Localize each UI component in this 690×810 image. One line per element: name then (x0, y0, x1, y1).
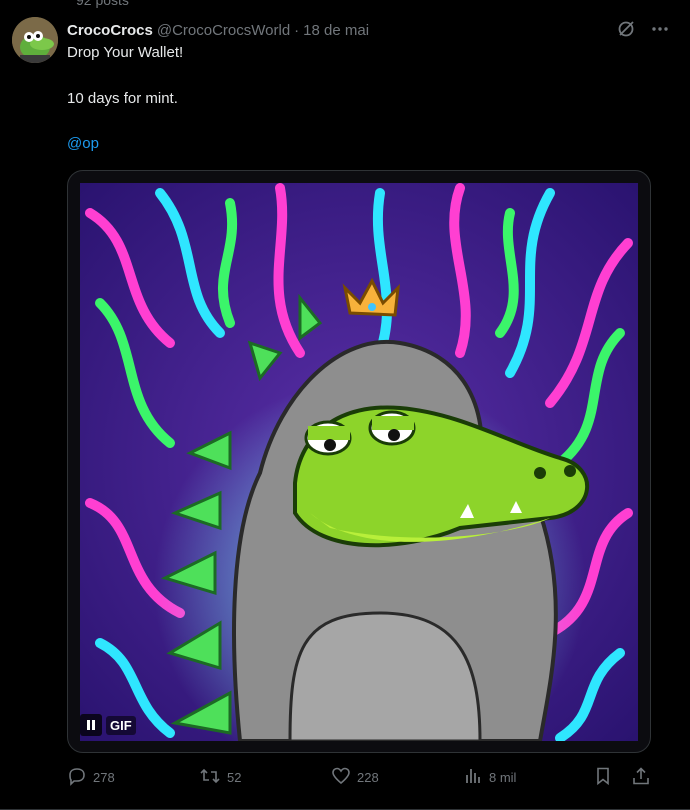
gif-artwork (80, 183, 638, 741)
reply-button[interactable]: 278 (67, 766, 199, 789)
repost-button[interactable]: 52 (199, 766, 331, 789)
secondary-actions (593, 766, 651, 789)
mention-link[interactable]: @op (67, 135, 99, 152)
like-count: 228 (357, 769, 379, 785)
repost-count: 52 (227, 769, 242, 785)
reply-icon (67, 766, 87, 789)
profile-posts-count: 92 posts (76, 0, 129, 8)
grok-icon[interactable] (616, 19, 636, 43)
views-button[interactable]: 8 mil (463, 766, 593, 789)
tweet-text-line1: Drop Your Wallet! (67, 44, 184, 61)
bookmark-icon[interactable] (593, 766, 613, 789)
tweet-actions: 278 52 228 8 mil (67, 764, 651, 790)
like-button[interactable]: 228 (331, 766, 463, 789)
user-handle[interactable]: @CrocoCrocsWorld (157, 22, 290, 39)
tweet-text-line2: 10 days for mint. (67, 90, 178, 107)
avatar[interactable] (12, 17, 58, 63)
gif-badge[interactable]: GIF (80, 714, 136, 736)
reply-count: 278 (93, 769, 115, 785)
gif-label: GIF (106, 715, 136, 735)
views-icon (463, 766, 483, 789)
views-count: 8 mil (489, 769, 517, 785)
tweet-date[interactable]: 18 de mai (303, 22, 369, 39)
pause-icon[interactable] (80, 714, 102, 736)
tweet-header: CrocoCrocs @CrocoCrocsWorld · 18 de mai (67, 19, 670, 41)
repost-icon (199, 766, 221, 789)
media-gif[interactable]: GIF (67, 170, 651, 753)
more-icon[interactable] (650, 19, 670, 43)
like-icon (331, 766, 351, 789)
share-icon[interactable] (631, 766, 651, 789)
separator-dot: · (294, 21, 300, 39)
display-name[interactable]: CrocoCrocs (67, 22, 153, 39)
